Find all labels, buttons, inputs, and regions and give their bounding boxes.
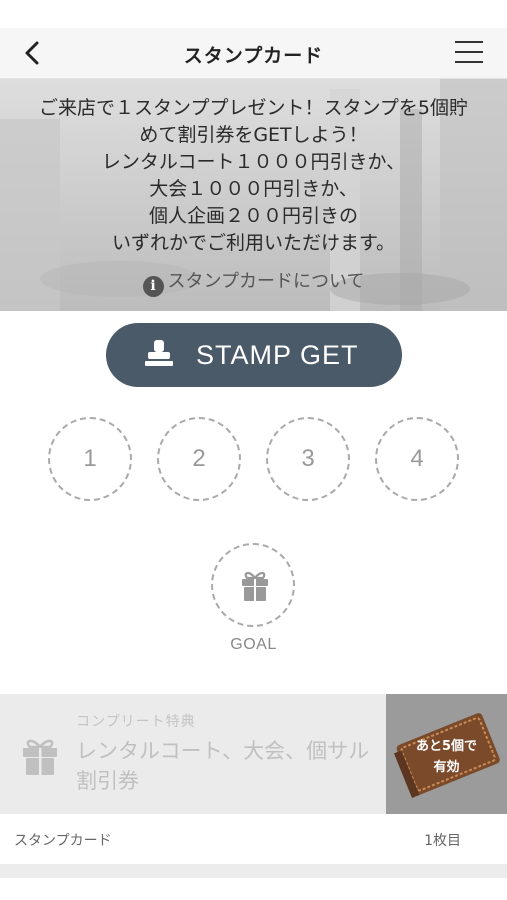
remaining-line: 有効 (433, 760, 460, 775)
info-icon: i (142, 276, 164, 297)
card-count: 1枚目 (424, 833, 461, 849)
complete-reward-panel: コンプリート特典 レンタルコート、大会、個サル 割引券 (0, 694, 386, 814)
menu-bar-top (455, 41, 483, 43)
menu-bar-middle (455, 51, 483, 53)
remaining-line: あと5個で (415, 739, 478, 754)
stamp-slot-2: 2 (157, 417, 241, 501)
stamp-slot-4: 4 (375, 417, 459, 501)
about-link-label: スタンプカードについて (167, 271, 365, 292)
stamp-get-label: STAMP GET (196, 340, 359, 370)
card-label: スタンプカード (14, 833, 112, 849)
stamp-slot-1: 1 (48, 417, 132, 501)
hero-line: 個人企画２００円引きの (148, 205, 358, 227)
reward-line: レンタルコート、大会、個サル (76, 739, 370, 763)
complete-reward-text: レンタルコート、大会、個サル 割引券 (76, 736, 376, 796)
hero-line: ご来店で１スタンププレゼント！スタンプを5個貯 (39, 97, 468, 119)
gift-icon (242, 572, 268, 601)
stamp-slot-3: 3 (266, 417, 350, 501)
hamburger-menu-button[interactable] (455, 41, 483, 65)
page-title: スタンプカード (183, 45, 324, 67)
hero-line: めて割引券をGETしよう！ (139, 124, 368, 146)
about-stamp-card-link[interactable]: i スタンプカードについて (0, 267, 507, 297)
stamp-icon (145, 340, 173, 366)
hero-description: ご来店で１スタンププレゼント！スタンプを5個貯 めて割引券をGETしよう！ レン… (0, 95, 507, 257)
status-area (0, 0, 507, 28)
hero-line: いずれかでご利用いただけます。 (111, 232, 396, 254)
goal-label: GOAL (230, 636, 277, 653)
bottom-divider (0, 864, 507, 878)
hero-line: レンタルコート１０００円引きか、 (101, 151, 406, 173)
goal-slot (211, 543, 295, 627)
complete-bonus-label: コンプリート特典 (76, 714, 196, 730)
hero-line: 大会１０００円引きか、 (149, 178, 358, 200)
app-header: スタンプカード (0, 28, 507, 79)
remaining-count-text: あと5個で 有効 (386, 736, 507, 778)
coupon-ticket-image: あと5個で 有効 (386, 694, 507, 814)
hero-banner: ご来店で１スタンププレゼント！スタンプを5個貯 めて割引券をGETしよう！ レン… (0, 79, 507, 311)
stamp-get-button[interactable]: STAMP GET (106, 323, 402, 387)
gift-icon (23, 739, 57, 775)
card-info-row: スタンプカード 1枚目 (0, 814, 507, 864)
menu-bar-bottom (455, 61, 483, 63)
reward-line: 割引券 (76, 769, 139, 793)
